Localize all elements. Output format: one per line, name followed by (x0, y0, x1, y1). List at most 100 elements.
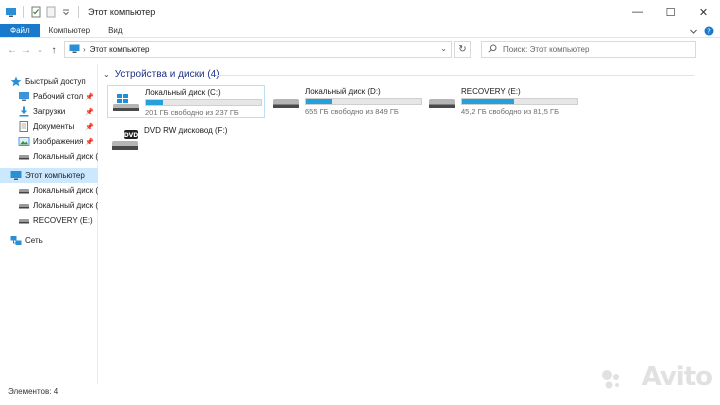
toolbar-separator (78, 6, 79, 18)
new-folder-icon[interactable] (45, 6, 57, 18)
nav-item-documents[interactable]: Документы 📌 (0, 119, 98, 134)
svg-text:?: ? (707, 28, 711, 36)
search-input[interactable]: Поиск: Этот компьютер (481, 41, 696, 58)
download-icon (18, 106, 30, 117)
nav-item-label: Документы (33, 122, 75, 131)
drive-icon (428, 92, 456, 112)
avito-logo-icon (602, 370, 619, 389)
drive-icon (18, 200, 30, 211)
pin-icon[interactable]: 📌 (85, 93, 94, 101)
drive-tile-e[interactable]: RECOVERY (E:) 45,2 ГБ свободно из 81,5 Г… (424, 85, 582, 118)
tab-file[interactable]: Файл (0, 24, 40, 37)
chevron-down-icon[interactable]: ⌄ (440, 44, 447, 53)
window-title: Этот компьютер (88, 7, 156, 17)
search-placeholder: Поиск: Этот компьютер (503, 45, 590, 54)
desktop-icon (18, 91, 30, 102)
watermark: Avito (641, 362, 713, 392)
nav-item-label: Сеть (25, 236, 43, 245)
maximize-button[interactable]: ☐ (654, 0, 687, 24)
drive-icon (18, 151, 30, 162)
ribbon-tabs: Файл Компьютер Вид ? (0, 24, 720, 38)
pin-icon[interactable]: 📌 (85, 108, 94, 116)
nav-item-network[interactable]: Сеть (0, 233, 98, 248)
close-button[interactable]: ✕ (687, 0, 720, 24)
group-divider (216, 75, 694, 76)
nav-item-label: Рабочий стол (33, 92, 84, 101)
computer-icon (10, 170, 22, 181)
nav-item-drive-c[interactable]: Локальный диск (C (0, 183, 98, 198)
nav-item-quick-access[interactable]: Быстрый доступ (0, 74, 98, 89)
computer-icon (69, 44, 80, 56)
group-title: Устройства и диски (4) (114, 69, 220, 80)
ribbon-right-controls: ? (689, 26, 714, 38)
refresh-button[interactable]: ↻ (454, 41, 471, 58)
drive-tile-c[interactable]: Локальный диск (C:) 201 ГБ свободно из 2… (107, 85, 265, 118)
computer-icon[interactable] (5, 6, 17, 18)
drive-usage-fill (462, 99, 514, 104)
nav-item-label: Локальный диск (C (33, 186, 98, 195)
tab-view[interactable]: Вид (99, 24, 131, 37)
window-controls: — ☐ ✕ (621, 0, 720, 24)
nav-item-pictures[interactable]: Изображения 📌 (0, 134, 98, 149)
drive-tile-dvd[interactable]: DVD DVD RW дисковод (F:) (107, 122, 265, 155)
breadcrumb-item[interactable]: Этот компьютер (90, 45, 150, 54)
nav-item-label: Загрузки (33, 107, 66, 116)
nav-item-recovery[interactable]: RECOVERY (E:) (0, 213, 98, 228)
drive-name: DVD RW дисковод (F:) (144, 126, 228, 135)
nav-item-label: Изображения (33, 137, 84, 146)
nav-item-downloads[interactable]: Загрузки 📌 (0, 104, 98, 119)
drive-free-space: 201 ГБ свободно из 237 ГБ (145, 108, 239, 117)
group-header-devices[interactable]: ⌄ Устройства и диски (4) (103, 69, 220, 80)
documents-icon (18, 121, 30, 132)
drive-name: Локальный диск (C:) (145, 88, 221, 97)
drive-icon (272, 92, 300, 112)
nav-item-label: Этот компьютер (25, 171, 85, 180)
quick-access-toolbar (0, 6, 82, 18)
star-icon (10, 76, 22, 87)
navigation-bar: ← → ⌄ ↑ › Этот компьютер ⌄ ↻ Поиск: Этот… (0, 39, 720, 61)
dvd-drive-icon: DVD (111, 129, 139, 150)
minimize-button[interactable]: — (621, 0, 654, 24)
chevron-down-icon[interactable]: ⌄ (103, 70, 110, 79)
drive-usage-bar (145, 99, 262, 106)
nav-item-drive-d[interactable]: Локальный диск (D (0, 198, 98, 213)
help-icon[interactable]: ? (704, 26, 714, 38)
nav-item-label: Локальный диск (D (33, 152, 98, 161)
drive-usage-bar (305, 98, 422, 105)
drive-name: Локальный диск (D:) (305, 87, 381, 96)
nav-item-drive-d[interactable]: Локальный диск (D (0, 149, 98, 164)
nav-item-label: RECOVERY (E:) (33, 216, 93, 225)
toolbar-separator (23, 6, 24, 18)
nav-item-label: Локальный диск (D (33, 201, 98, 210)
properties-icon[interactable] (30, 6, 42, 18)
drive-free-space: 45,2 ГБ свободно из 81,5 ГБ (461, 107, 560, 116)
address-bar[interactable]: › Этот компьютер ⌄ (64, 41, 452, 58)
status-item-count: Элементов: 4 (8, 387, 59, 396)
nav-item-this-pc[interactable]: Этот компьютер (0, 168, 98, 183)
tab-computer[interactable]: Компьютер (40, 24, 99, 37)
drive-free-space: 655 ГБ свободно из 849 ГБ (305, 107, 399, 116)
customize-toolbar-icon[interactable] (60, 6, 72, 18)
windows-drive-icon (112, 93, 140, 113)
dvd-logo-text: DVD (124, 132, 139, 139)
drive-usage-fill (306, 99, 333, 104)
pin-icon[interactable]: 📌 (85, 123, 94, 131)
title-bar: Этот компьютер — ☐ ✕ (0, 0, 720, 24)
nav-item-desktop[interactable]: Рабочий стол 📌 (0, 89, 98, 104)
arrow-up-icon[interactable]: ↑ (47, 45, 61, 56)
navigation-pane: Быстрый доступ Рабочий стол 📌 Загрузки 📌… (0, 64, 98, 384)
pictures-icon (18, 136, 30, 147)
search-icon (488, 44, 497, 55)
chevron-down-icon[interactable] (689, 27, 698, 38)
breadcrumb-separator-icon: › (83, 45, 86, 54)
drive-name: RECOVERY (E:) (461, 87, 521, 96)
arrow-right-icon[interactable]: → (19, 45, 33, 56)
drive-tile-d[interactable]: Локальный диск (D:) 655 ГБ свободно из 8… (268, 85, 426, 118)
arrow-left-icon[interactable]: ← (5, 45, 19, 56)
refresh-icon: ↻ (458, 44, 467, 55)
chevron-down-icon[interactable]: ⌄ (33, 46, 47, 54)
pin-icon[interactable]: 📌 (85, 138, 94, 146)
drive-icon (18, 215, 30, 226)
nav-item-label: Быстрый доступ (25, 77, 86, 86)
drive-icon (18, 185, 30, 196)
